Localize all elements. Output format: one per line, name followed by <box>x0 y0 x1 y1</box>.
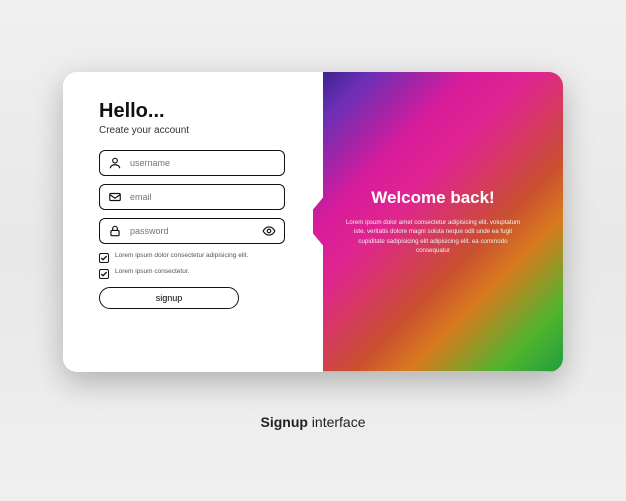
signup-button[interactable]: signup <box>99 287 239 309</box>
check-row-1[interactable]: Lorem ipsum dolor consectetur adipisicin… <box>99 252 285 263</box>
page-caption: Signup interface <box>260 414 365 430</box>
signup-button-label: signup <box>156 293 183 303</box>
checkbox-icon[interactable] <box>99 269 109 279</box>
eye-icon[interactable] <box>262 224 276 238</box>
check-row-2[interactable]: Lorem ipsum consectetur. <box>99 268 285 279</box>
welcome-body: Lorem ipsum dolor amet consectetur adipi… <box>343 218 523 255</box>
password-input[interactable] <box>130 226 262 236</box>
email-input[interactable] <box>130 192 276 202</box>
caption-bold: Signup <box>260 414 307 430</box>
form-panel: Hello... Create your account <box>63 72 313 372</box>
form-heading: Hello... <box>99 100 285 123</box>
mail-icon <box>108 190 122 204</box>
caption-rest: interface <box>308 414 366 430</box>
signup-card: Hello... Create your account <box>63 72 563 372</box>
email-field[interactable] <box>99 184 285 210</box>
check-label-1: Lorem ipsum dolor consectetur adipisicin… <box>115 252 248 260</box>
user-icon <box>108 156 122 170</box>
lock-icon <box>108 224 122 238</box>
checkbox-icon[interactable] <box>99 253 109 263</box>
username-input[interactable] <box>130 158 276 168</box>
welcome-panel: Welcome back! Lorem ipsum dolor amet con… <box>303 72 563 372</box>
username-field[interactable] <box>99 150 285 176</box>
welcome-title: Welcome back! <box>371 188 494 208</box>
check-label-2: Lorem ipsum consectetur. <box>115 268 189 276</box>
form-subheading: Create your account <box>99 125 285 136</box>
password-field[interactable] <box>99 218 285 244</box>
